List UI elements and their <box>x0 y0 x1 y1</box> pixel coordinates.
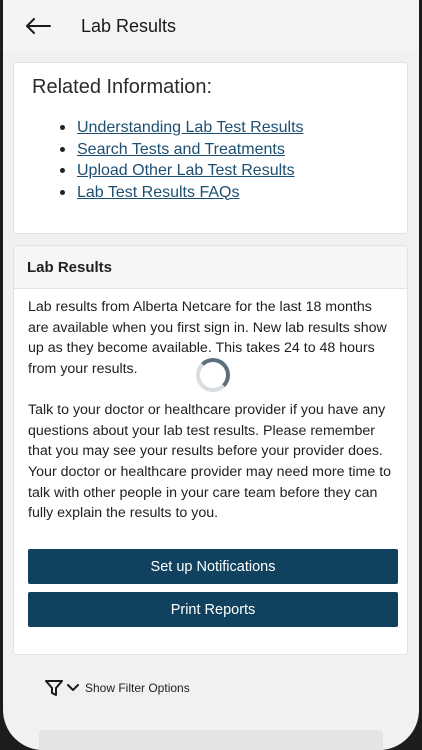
link-lab-results-faqs[interactable]: Lab Test Results FAQs <box>77 184 239 201</box>
lab-results-card: Lab Results Lab results from Alberta Net… <box>13 245 408 655</box>
chevron-down-icon <box>67 684 79 691</box>
lab-results-body: Lab results from Alberta Netcare for the… <box>14 289 407 532</box>
list-item: Upload Other Lab Test Results <box>60 160 389 182</box>
list-item: Lab Test Results FAQs <box>60 182 389 204</box>
setup-notifications-button[interactable]: Set up Notifications <box>28 549 398 585</box>
back-button[interactable] <box>25 14 61 38</box>
related-info-card: Related Information: Understanding Lab T… <box>13 62 408 234</box>
next-card-edge <box>39 730 383 750</box>
link-search-tests-treatments[interactable]: Search Tests and Treatments <box>77 141 285 158</box>
filter-toggle[interactable]: Show Filter Options <box>45 679 190 697</box>
print-reports-button[interactable]: Print Reports <box>28 592 398 628</box>
link-understanding-lab-results[interactable]: Understanding Lab Test Results <box>77 119 304 136</box>
list-item: Search Tests and Treatments <box>60 139 389 161</box>
page-title: Lab Results <box>81 15 177 36</box>
loading-spinner <box>196 358 230 392</box>
funnel-icon <box>45 680 63 696</box>
filter-label: Show Filter Options <box>85 681 190 695</box>
top-bar: Lab Results <box>3 0 419 52</box>
lab-info-paragraph-provider: Talk to your doctor or healthcare provid… <box>28 401 392 522</box>
lab-results-heading: Lab Results <box>14 246 407 289</box>
link-upload-other-results[interactable]: Upload Other Lab Test Results <box>77 162 295 179</box>
list-item: Understanding Lab Test Results <box>60 117 389 139</box>
related-info-heading: Related Information: <box>32 76 213 98</box>
arrow-left-icon <box>26 18 51 34</box>
app-screen: Lab Results Related Information: Underst… <box>3 0 419 750</box>
related-links-list: Understanding Lab Test Results Search Te… <box>60 117 389 204</box>
